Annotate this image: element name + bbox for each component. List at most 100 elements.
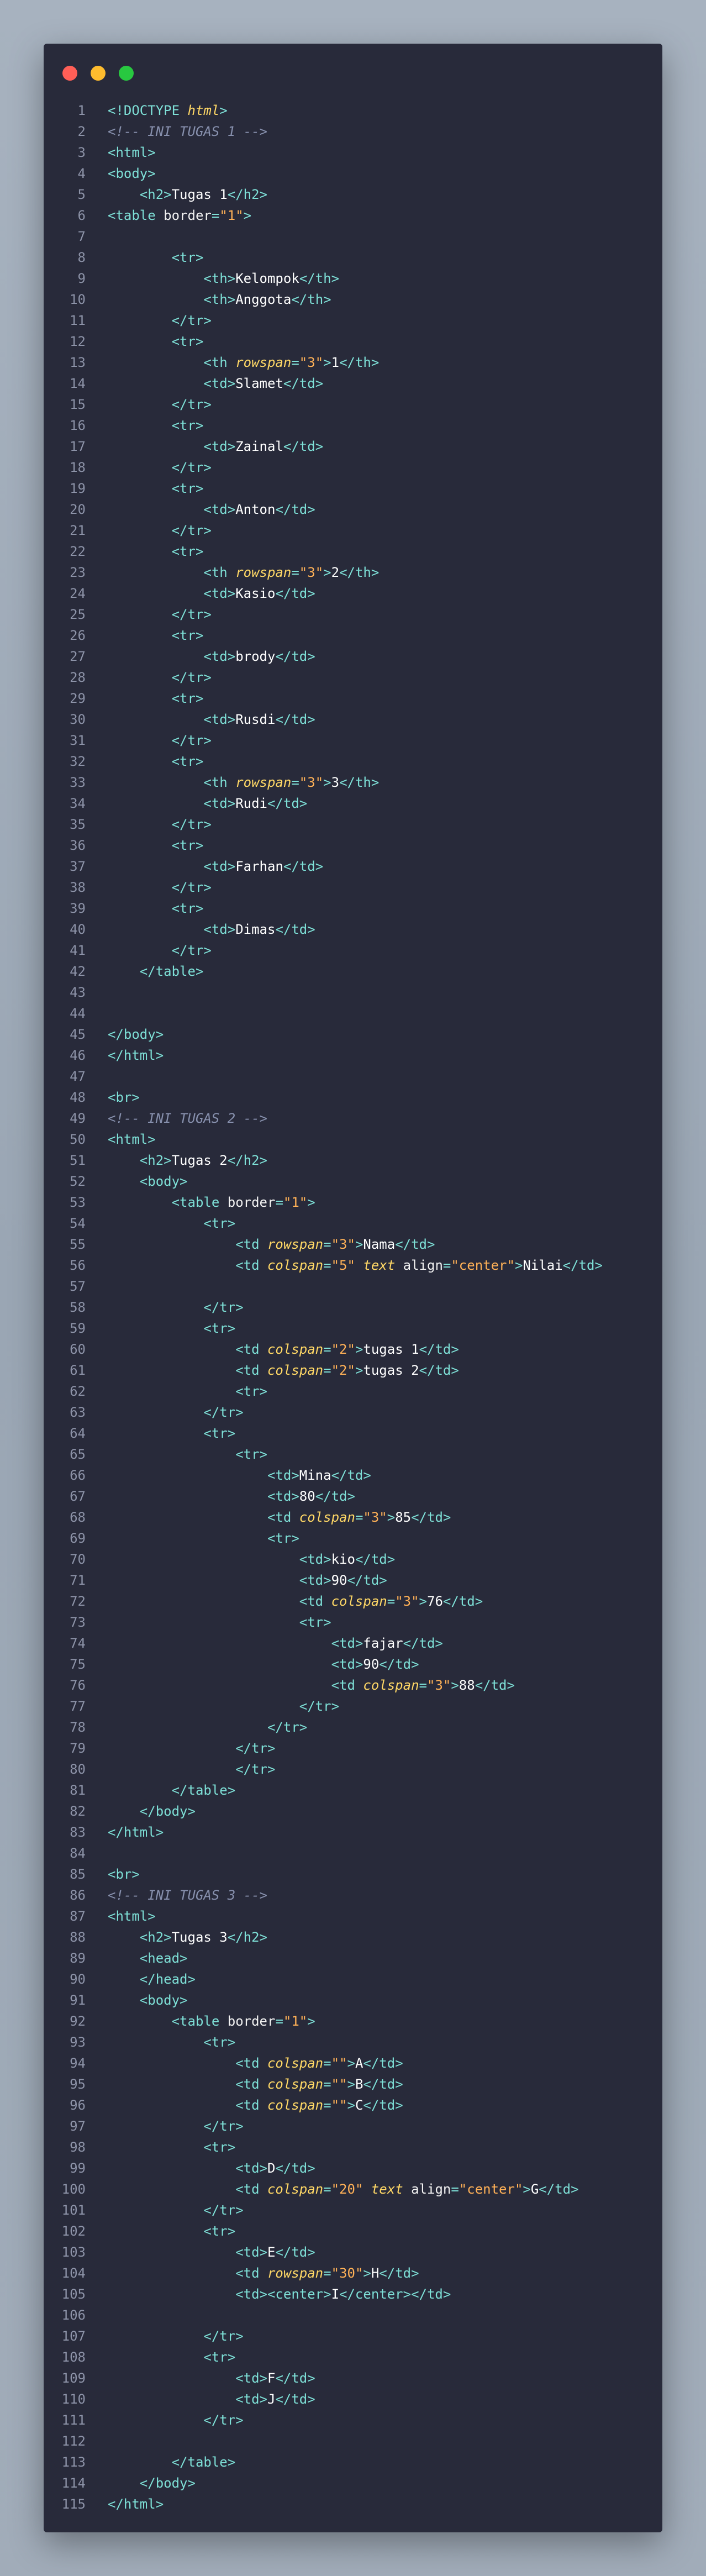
code-token: </tr> [203,2202,244,2218]
code-token: </table> [171,2454,236,2470]
close-window-icon[interactable] [62,66,77,81]
code-token: <tr> [203,2349,236,2365]
code-token: </tr> [235,1741,276,1756]
line-number: 58 [70,1300,86,1315]
code-token: </table> [139,964,204,979]
code-line: 99 <td>D</td> [44,2158,662,2179]
code-token: <td> [235,2391,267,2407]
code-token: <td> [299,1573,331,1588]
code-token: = [323,2097,331,2113]
code-token: > [419,1594,427,1609]
line-source: <td colspan="">A</td> [108,2053,403,2074]
line-number: 22 [70,544,86,559]
line-number: 26 [70,628,86,643]
code-line: 45 </body> [44,1024,662,1045]
code-token: <tr> [235,1447,267,1462]
line-source: <body> [108,1990,188,2011]
line-source: <tr> [108,2221,235,2242]
line-source: </tr> [108,814,212,835]
minimize-window-icon[interactable] [91,66,106,81]
code-token: <td [235,2097,267,2113]
code-token: "3" [363,1510,387,1525]
code-token: "2" [331,1342,355,1357]
code-token: </tr> [171,397,212,412]
line-source: <head> [108,1948,188,1969]
code-token: </td> [275,712,315,727]
code-token: > [363,2265,371,2281]
code-token: </tr> [235,1762,276,1777]
line-number: 76 [70,1678,86,1693]
window-titlebar [44,44,662,96]
code-token: fajar [363,1636,403,1651]
code-token: <tr> [171,691,204,706]
line-source: <td>fajar</td> [108,1633,443,1654]
code-token: colspan [267,2076,324,2092]
line-number: 48 [70,1090,86,1105]
code-line: 72 <td colspan="3">76</td> [44,1591,662,1612]
line-number: 45 [70,1027,86,1042]
code-token: </td> [275,2391,315,2407]
line-number: 75 [70,1657,86,1672]
code-token: <tr> [267,1531,299,1546]
line-source: <body> [108,163,156,184]
code-token: <td [235,2181,267,2197]
code-token: H [371,2265,380,2281]
code-token: "" [331,2076,347,2092]
code-token: <td> [267,1468,299,1483]
line-source: <tr> [108,1381,267,1402]
code-token: <td> [235,2286,267,2302]
code-token: <td [235,1237,267,1252]
code-line: 66 <td>Mina</td> [44,1465,662,1486]
code-token: = [323,1363,331,1378]
line-number: 49 [70,1111,86,1126]
line-source: </tr> [108,1402,243,1423]
line-source: <td colspan="20" text align="center">G</… [108,2179,578,2200]
code-token: Rudi [235,796,267,811]
code-token: </tr> [299,1699,340,1714]
code-token: </tr> [203,2412,244,2428]
line-source: <tr> [108,1444,267,1465]
line-number: 20 [70,502,86,517]
code-line: 8 <tr> [44,247,662,268]
code-token: colspan [363,1678,419,1693]
code-token: <td> [203,376,236,391]
line-number: 80 [70,1762,86,1777]
line-number: 68 [70,1510,86,1525]
code-token: <td> [331,1636,363,1651]
code-token: </td> [363,2055,403,2071]
code-token: tugas 1 [363,1342,419,1357]
code-token: </h2> [227,187,267,202]
code-line: 47 [44,1066,662,1087]
code-line: 31 </tr> [44,730,662,751]
code-line: 5 <h2>Tugas 1</h2> [44,184,662,205]
line-source: <tr> [108,247,204,268]
code-line: 68 <td colspan="3">85</td> [44,1507,662,1528]
line-number: 4 [77,166,86,181]
code-token: brody [235,649,276,664]
code-token: <th> [203,271,236,286]
code-token: <html> [108,1132,156,1147]
code-token: <td> [203,712,236,727]
line-number: 100 [61,2181,86,2197]
code-line: 17 <td>Zainal</td> [44,436,662,457]
code-line: 83 </html> [44,1822,662,1843]
code-token: <tr> [203,2139,236,2155]
line-source: <td>Dimas</td> [108,919,315,940]
zoom-window-icon[interactable] [119,66,134,81]
code-token: <head> [139,1951,188,1966]
code-token: <td> [235,2370,267,2386]
code-editor[interactable]: 1 <!DOCTYPE html> 2 <!-- INI TUGAS 1 --> 3 <h… [44,100,662,2515]
code-token: </td> [562,1258,603,1273]
code-line: 13 <th rowspan="3">1</th> [44,352,662,373]
